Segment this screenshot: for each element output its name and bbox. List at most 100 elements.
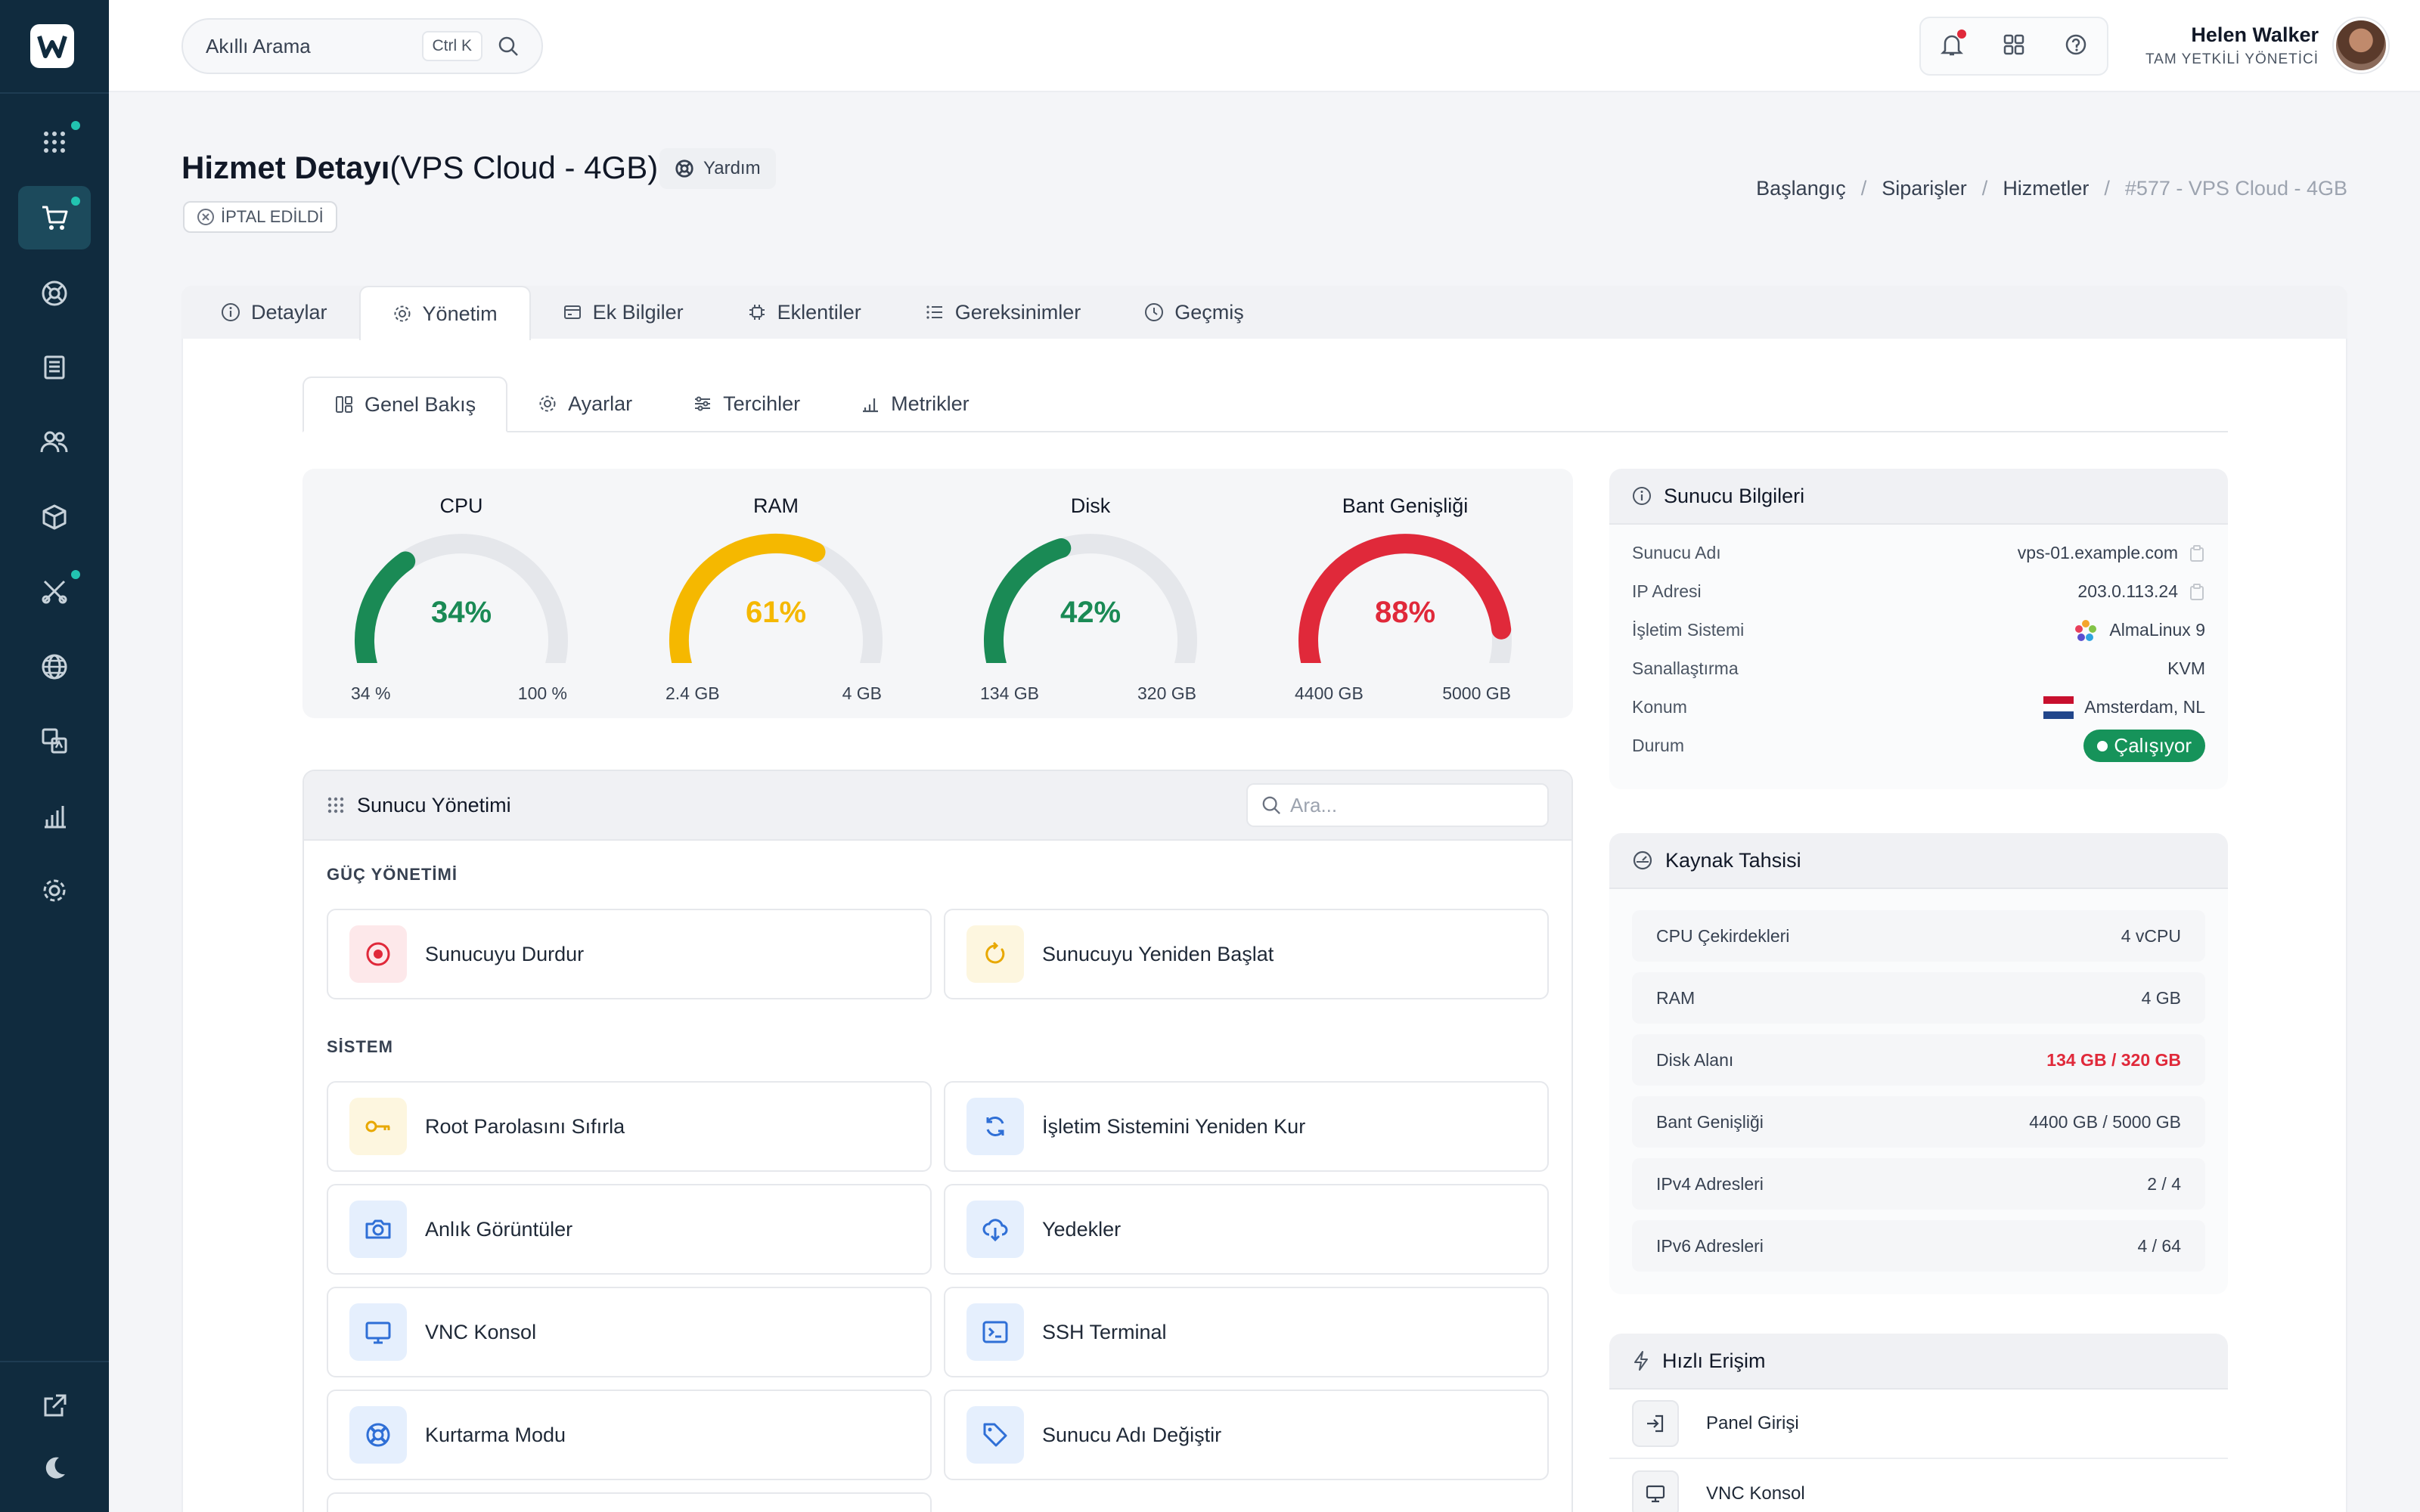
subtab-preferences[interactable]: Tercihler <box>662 376 830 431</box>
tab-history[interactable]: Geçmiş <box>1112 286 1276 339</box>
gauge-max-label: 4 GB <box>842 683 882 703</box>
action-label: Sunucuyu Yeniden Başlat <box>1042 942 1274 965</box>
breadcrumb-orders[interactable]: Siparişler <box>1882 177 1967 200</box>
change-hostname-button[interactable]: Sunucu Adı Değiştir <box>944 1390 1549 1480</box>
stop-circle-icon <box>366 942 390 966</box>
page-title: Hizmet Detayı(VPS Cloud - 4GB) <box>182 150 659 185</box>
smart-search[interactable]: Akıllı Arama Ctrl K <box>182 18 543 74</box>
grid-dots-icon <box>44 132 65 153</box>
topbar-icon-group <box>1919 17 2108 76</box>
panel-title: Hızlı Erişim <box>1662 1349 1766 1372</box>
info-icon <box>222 303 240 321</box>
clock-icon <box>1145 303 1164 321</box>
panel-title: Sunucu Yönetimi <box>357 793 511 816</box>
quick-link-panel-login[interactable]: Panel Girişi <box>1609 1390 2228 1459</box>
section-title-power: GÜÇ YÖNETİMİ <box>327 865 458 884</box>
quick-link-vnc[interactable]: VNC Konsol <box>1609 1459 2228 1512</box>
tools-icon <box>42 580 67 604</box>
reset-root-password-button[interactable]: Root Parolasını Sıfırla <box>327 1081 932 1172</box>
vnc-console-button[interactable]: VNC Konsol <box>327 1287 932 1377</box>
tab-addons[interactable]: Eklentiler <box>715 286 893 339</box>
tab-management[interactable]: Yönetim <box>358 286 531 340</box>
tab-extra-info[interactable]: Ek Bilgiler <box>531 286 715 339</box>
copy-icon[interactable] <box>2189 544 2205 562</box>
sidebar-item-settings[interactable] <box>18 859 91 922</box>
panel-header: Sunucu Yönetimi Ara... <box>304 771 1571 841</box>
sidebar-item-domains[interactable] <box>18 635 91 699</box>
sidebar-item-orders[interactable] <box>18 186 91 249</box>
action-label: VNC Konsol <box>425 1320 537 1343</box>
help-button[interactable] <box>2065 33 2087 60</box>
apps-button[interactable] <box>2003 33 2025 60</box>
rescue-mode-button[interactable]: Kurtarma Modu <box>327 1390 932 1480</box>
gauge-arc <box>984 534 1197 663</box>
invoice-icon <box>44 355 65 380</box>
notification-dot <box>71 570 80 579</box>
action-label: Sunucu Adı Değiştir <box>1042 1423 1222 1446</box>
sidebar-item-tools[interactable] <box>18 559 91 623</box>
copy-icon[interactable] <box>2189 583 2205 601</box>
search-input[interactable]: Akıllı Arama <box>206 35 422 58</box>
avatar[interactable] <box>2334 18 2388 73</box>
sidebar-divider <box>0 92 109 94</box>
subtab-overview[interactable]: Genel Bakış <box>302 376 508 432</box>
sidebar-item-support[interactable] <box>18 262 91 325</box>
restart-icon <box>985 941 1005 964</box>
bar-chart-icon <box>863 398 879 413</box>
backups-button[interactable]: Yedekler <box>944 1184 1549 1275</box>
tag-icon <box>983 1423 1007 1447</box>
gauge-title: Bant Genişliği <box>1342 494 1469 517</box>
status-badge: İPTAL EDİLDİ <box>183 201 337 233</box>
info-row-virtualization: Sanallaştırma KVM <box>1632 658 2205 678</box>
breadcrumb-current: #577 - VPS Cloud - 4GB <box>2124 177 2347 200</box>
gauge-arc <box>354 534 568 663</box>
breadcrumb-services[interactable]: Hizmetler <box>2003 177 2089 200</box>
cart-icon <box>42 206 68 230</box>
tab-requirements[interactable]: Gereksinimler <box>893 286 1113 339</box>
sidebar-item-translations[interactable] <box>18 709 91 773</box>
info-row-hostname: Sunucu Adı vps-01.example.com <box>1609 534 2228 572</box>
list-icon <box>926 305 942 319</box>
sidebar-item-dashboard[interactable] <box>18 110 91 174</box>
restart-server-button[interactable]: Sunucuyu Yeniden Başlat <box>944 909 1549 999</box>
lifebuoy-icon <box>366 1423 390 1447</box>
tab-details[interactable]: Detaylar <box>189 286 359 339</box>
breadcrumb: Başlangıç / Siparişler / Hizmetler / #577 -… <box>1756 177 2347 200</box>
sidebar-item-clients[interactable] <box>18 410 91 473</box>
action-search-input[interactable]: Ara... <box>1290 794 1337 817</box>
help-chip[interactable]: Yardım <box>659 148 776 189</box>
notifications-button[interactable] <box>1940 29 1966 60</box>
gauge-min-label: 34 % <box>351 683 391 703</box>
help-label: Yardım <box>703 158 761 178</box>
reinstall-os-button[interactable]: İşletim Sistemini Yeniden Kur <box>944 1081 1549 1172</box>
sidebar-item-invoices[interactable] <box>18 336 91 399</box>
subtab-settings[interactable]: Ayarlar <box>507 376 662 431</box>
breadcrumb-home[interactable]: Başlangıç <box>1756 177 1846 200</box>
action-label: SSH Terminal <box>1042 1320 1167 1343</box>
stop-server-button[interactable]: Sunucuyu Durdur <box>327 909 932 999</box>
sidebar-item-reports[interactable] <box>18 785 91 848</box>
subtab-metrics[interactable]: Metrikler <box>830 376 1000 431</box>
snapshots-button[interactable]: Anlık Görüntüler <box>327 1184 932 1275</box>
search-icon <box>498 36 518 56</box>
sidebar-item-external[interactable] <box>18 1374 91 1438</box>
sidebar-divider <box>0 1361 109 1362</box>
layout-icon <box>336 396 352 413</box>
sliders-icon <box>695 396 711 411</box>
logo-w-icon <box>37 36 67 58</box>
info-row-location: Konum Amsterdam, NL <box>1609 688 2228 727</box>
panel-title: Kaynak Tahsisi <box>1665 848 1801 872</box>
search-icon <box>1262 796 1280 814</box>
box-icon <box>42 504 67 530</box>
sidebar-item-products[interactable] <box>18 485 91 549</box>
brand-logo[interactable] <box>30 24 74 68</box>
netherlands-flag-icon <box>2043 696 2074 719</box>
info-row-ip: IP Adresi 203.0.113.24 <box>1609 572 2228 611</box>
theme-toggle[interactable] <box>18 1436 91 1500</box>
action-search[interactable]: Ara... <box>1246 783 1549 827</box>
topbar: Akıllı Arama Ctrl K Helen Walker TAM YET… <box>109 0 2420 92</box>
ssh-terminal-button[interactable]: SSH Terminal <box>944 1287 1549 1377</box>
more-action-button[interactable] <box>327 1492 932 1512</box>
user-menu[interactable]: Helen Walker TAM YETKİLİ YÖNETİCİ <box>2145 18 2388 73</box>
cloud-download-icon <box>982 1219 1008 1242</box>
